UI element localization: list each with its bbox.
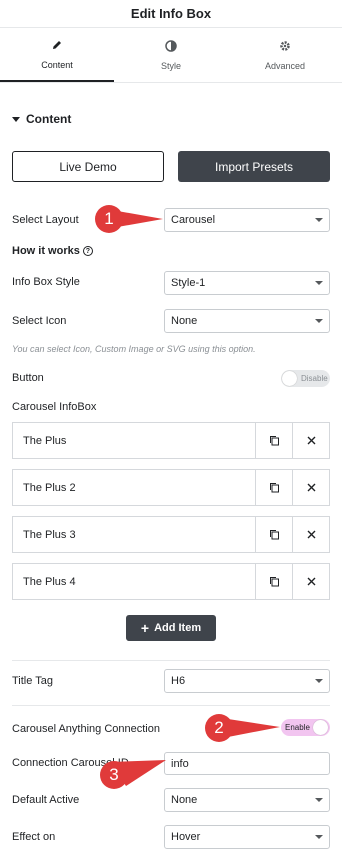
tab-style[interactable]: Style [114, 28, 228, 82]
info-box-style-label: Info Box Style [12, 276, 80, 288]
copy-icon [269, 483, 279, 493]
button-label: Button [12, 372, 44, 384]
tab-content[interactable]: Content [0, 28, 114, 82]
toggle-knob [312, 720, 328, 735]
repeater-item-title: The Plus 3 [23, 528, 76, 541]
callout-badge-3: 3 [100, 761, 128, 789]
copy-icon [269, 530, 279, 540]
default-active-dropdown[interactable]: None [164, 788, 330, 812]
callout-pointer-2 [228, 719, 280, 737]
callout-badge-1: 1 [95, 205, 123, 233]
toggle-text: Disable [301, 374, 328, 383]
connection-id-input[interactable]: info [164, 752, 330, 775]
chevron-down-icon [315, 679, 323, 683]
remove-button[interactable] [292, 564, 329, 599]
toggle-knob [282, 371, 297, 386]
effect-on-dropdown[interactable]: Hover [164, 825, 330, 849]
repeater-item[interactable]: The Plus 4 [12, 563, 330, 600]
select-value: Style-1 [171, 277, 206, 289]
copy-icon [269, 577, 279, 587]
duplicate-button[interactable] [255, 564, 292, 599]
callout-badge-2: 2 [205, 714, 233, 742]
close-icon [307, 577, 315, 586]
carousel-connection-toggle[interactable]: Enable [281, 719, 330, 736]
select-layout-label: Select Layout [12, 214, 79, 226]
duplicate-button[interactable] [255, 517, 292, 552]
panel-header: Edit Info Box [0, 0, 342, 28]
tab-advanced[interactable]: Advanced [228, 28, 342, 82]
add-item-button[interactable]: + Add Item [126, 615, 216, 641]
close-icon [307, 483, 315, 492]
gear-icon [280, 40, 290, 51]
title-tag-label: Title Tag [12, 675, 53, 687]
title-tag-dropdown[interactable]: H6 [164, 669, 330, 693]
icon-hint-text: You can select Icon, Custom Image or SVG… [12, 344, 256, 354]
chevron-down-icon [315, 218, 323, 222]
plus-icon: + [140, 620, 150, 636]
caret-down-icon [12, 116, 20, 122]
repeater-item[interactable]: The Plus 2 [12, 469, 330, 506]
repeater-item[interactable]: The Plus 3 [12, 516, 330, 553]
chevron-down-icon [315, 835, 323, 839]
input-value: info [171, 757, 189, 770]
tab-label: Content [41, 59, 73, 70]
repeater-item[interactable]: The Plus [12, 422, 330, 459]
tab-bar: Content Style Advanced [0, 28, 342, 83]
remove-button[interactable] [292, 517, 329, 552]
default-active-label: Default Active [12, 794, 80, 806]
close-icon [307, 436, 315, 445]
carousel-connection-label: Carousel Anything Connection [12, 723, 160, 735]
select-value: Hover [171, 831, 201, 843]
panel-title: Edit Info Box [130, 6, 212, 21]
repeater-item-title: The Plus 2 [23, 481, 76, 494]
copy-icon [269, 436, 279, 446]
toggle-text: Enable [285, 723, 310, 732]
duplicate-button[interactable] [255, 470, 292, 505]
button-toggle[interactable]: Disable [281, 370, 330, 387]
info-box-style-dropdown[interactable]: Style-1 [164, 271, 330, 295]
live-demo-button[interactable]: Live Demo [12, 151, 164, 182]
add-item-label: Add Item [154, 622, 202, 634]
select-value: Carousel [171, 214, 216, 226]
close-icon [307, 530, 315, 539]
carousel-infobox-label: Carousel InfoBox [12, 401, 97, 413]
import-presets-button[interactable]: Import Presets [178, 151, 330, 182]
repeater-item-title: The Plus 4 [23, 575, 76, 588]
divider [12, 705, 330, 706]
chevron-down-icon [315, 281, 323, 285]
chevron-down-icon [315, 319, 323, 323]
how-it-works-label: How it works [12, 245, 80, 257]
remove-button[interactable] [292, 470, 329, 505]
select-value: None [171, 315, 198, 327]
effect-on-label: Effect on [12, 831, 56, 843]
tab-label: Style [160, 60, 181, 71]
pencil-icon [53, 40, 61, 49]
divider [12, 660, 330, 661]
section-title: Content [26, 112, 72, 126]
remove-button[interactable] [292, 423, 329, 458]
select-value: None [171, 794, 198, 806]
select-icon-dropdown[interactable]: None [164, 309, 330, 333]
help-icon: ? [82, 246, 93, 257]
repeater-item-title: The Plus [23, 434, 67, 447]
how-it-works-link[interactable]: How it works? [12, 245, 93, 257]
chevron-down-icon [315, 798, 323, 802]
select-icon-label: Select Icon [12, 315, 67, 327]
duplicate-button[interactable] [255, 423, 292, 458]
half-circle-icon [165, 39, 177, 52]
section-toggle[interactable]: Content [12, 112, 71, 126]
select-layout-dropdown[interactable]: Carousel [164, 208, 330, 232]
tab-label: Advanced [264, 60, 306, 71]
select-value: H6 [171, 675, 186, 687]
